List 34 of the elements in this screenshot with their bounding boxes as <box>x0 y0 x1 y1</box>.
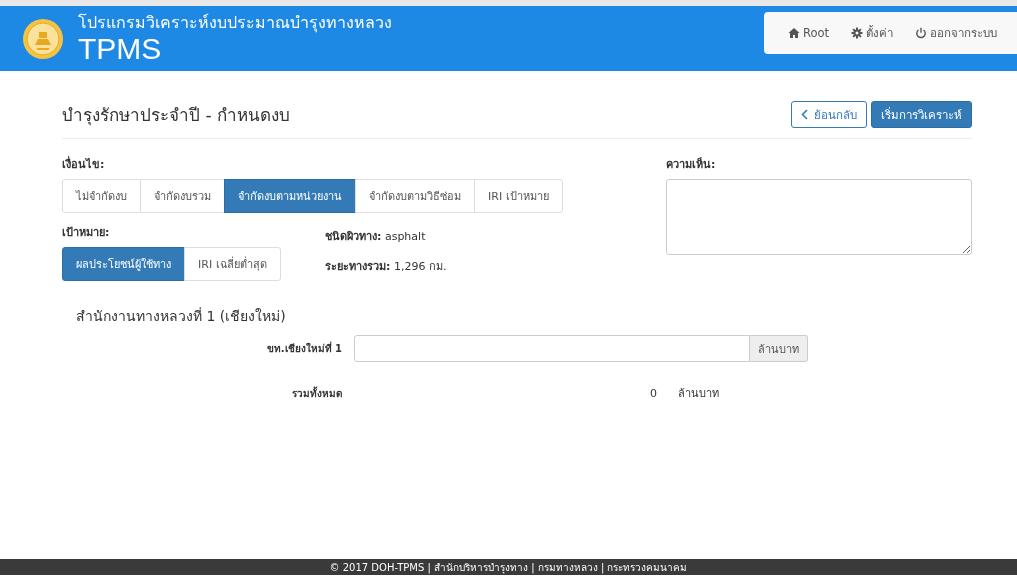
total-label: รวมทั้งหมด <box>291 385 343 401</box>
office-label: ขท.เชียงใหม่ที่ 1 <box>265 341 343 356</box>
comment-field[interactable] <box>666 179 972 255</box>
target-option[interactable]: IRI เฉลี่ยต่ำสุด <box>184 247 281 281</box>
condition-option[interactable]: จำกัดงบตามหน่วยงาน <box>224 179 356 213</box>
budget-input-field[interactable] <box>354 335 750 362</box>
condition-option[interactable]: IRI เป้าหมาย <box>474 179 563 213</box>
app-subtitle: โปรแกรมวิเคราะห์งบประมาณบำรุงทางหลวง <box>78 12 392 33</box>
emblem-logo <box>22 17 64 60</box>
home-icon <box>787 27 800 39</box>
comment-label: ความเห็น: <box>666 156 717 173</box>
condition-option[interactable]: ไม่จำกัดงบ <box>62 179 141 213</box>
condition-option[interactable]: จำกัดงบตามวิธีซ่อม <box>355 179 475 213</box>
chevron-left-icon <box>801 109 808 120</box>
start-analysis-button[interactable]: เริ่มการวิเคราะห์ <box>871 101 972 128</box>
nav-link[interactable]: ตั้งค่า <box>851 24 893 42</box>
footer-text: © 2017 DOH-TPMS | สำนักบริหารบำรุงทาง | กรมทางหลวง | กระทรวงคมนาคม <box>329 560 688 575</box>
condition-label: เงื่อนไข: <box>62 155 106 173</box>
info-text: ชนิดผิวทาง: asphalt <box>325 229 427 245</box>
total-value: 0 <box>649 386 657 400</box>
info-text: ระยะทางรวม: 1,296 กม. <box>325 259 447 275</box>
target-option[interactable]: ผลประโยชน์ผู้ใช้ทาง <box>62 247 185 281</box>
target-label: เป้าหมาย: <box>62 225 111 241</box>
condition-option[interactable]: จำกัดงบรวม <box>140 179 225 213</box>
app-title: TPMS <box>78 32 162 65</box>
nav-link[interactable]: ออกจากระบบ <box>915 24 997 42</box>
page-title: บำรุงรักษาประจำปี - กำหนดงบ <box>62 104 290 128</box>
region-title: สำนักงานทางหลวงที่ 1 (เชียงใหม่) <box>76 306 287 326</box>
back-button[interactable]: ย้อนกลับ <box>791 101 867 128</box>
power-icon <box>915 27 927 39</box>
unit-addon: ล้านบาท <box>750 335 808 362</box>
nav-link[interactable]: Root <box>787 26 829 40</box>
settings-icon <box>851 27 863 39</box>
total-unit: ล้านบาท <box>678 386 719 402</box>
